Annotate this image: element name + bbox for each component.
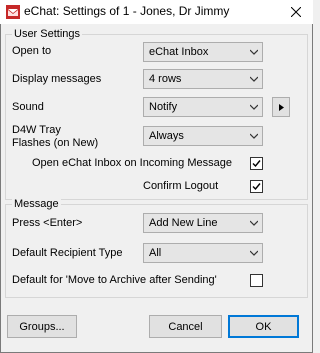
open-to-label: Open to (12, 45, 52, 57)
groups-button-label: Groups... (19, 320, 65, 333)
default-recipient-type-value: All (149, 247, 162, 259)
confirm-logout-checkbox[interactable] (250, 180, 263, 193)
chevron-down-icon (250, 49, 258, 55)
close-button[interactable] (279, 0, 313, 24)
play-icon (278, 103, 284, 111)
tray-flashes-label-line2: Flashes (on New) (12, 137, 99, 149)
press-enter-label: Press <Enter> (12, 217, 83, 229)
move-to-archive-label: Default for 'Move to Archive after Sendi… (12, 274, 217, 286)
close-icon (291, 7, 301, 17)
press-enter-select[interactable]: Add New Line (143, 213, 263, 233)
confirm-logout-label: Confirm Logout (143, 180, 219, 192)
press-enter-value: Add New Line (149, 217, 218, 229)
default-recipient-type-select[interactable]: All (143, 243, 263, 263)
play-sound-button[interactable] (272, 97, 290, 117)
echat-app-icon (6, 5, 20, 19)
sound-value: Notify (149, 101, 178, 113)
tray-flashes-select[interactable]: Always (143, 126, 263, 146)
cancel-button-label: Cancel (168, 320, 203, 333)
groups-button[interactable]: Groups... (7, 315, 77, 338)
chevron-down-icon (250, 220, 258, 226)
chevron-down-icon (250, 133, 258, 139)
ok-button-label: OK (255, 320, 272, 333)
display-messages-label: Display messages (12, 73, 102, 85)
display-messages-select[interactable]: 4 rows (143, 69, 263, 89)
open-to-select[interactable]: eChat Inbox (143, 42, 263, 62)
checkmark-icon (252, 160, 261, 168)
display-messages-value: 4 rows (149, 73, 182, 85)
open-to-value: eChat Inbox (149, 46, 209, 58)
default-recipient-type-label: Default Recipient Type (12, 247, 123, 259)
window-title: eChat: Settings of 1 - Jones, Dr Jimmy (24, 4, 230, 18)
chevron-down-icon (250, 250, 258, 256)
ok-button[interactable]: OK (228, 315, 299, 338)
open-inbox-on-incoming-checkbox[interactable] (250, 157, 263, 170)
checkmark-icon (252, 183, 261, 191)
sound-select[interactable]: Notify (143, 97, 263, 117)
message-group-label: Message (12, 198, 61, 210)
move-to-archive-checkbox[interactable] (250, 274, 263, 287)
open-inbox-on-incoming-label: Open eChat Inbox on Incoming Message (32, 157, 232, 169)
cancel-button[interactable]: Cancel (149, 315, 222, 338)
chevron-down-icon (250, 76, 258, 82)
tray-flashes-label-line1: D4W Tray (12, 124, 61, 136)
title-bar[interactable]: eChat: Settings of 1 - Jones, Dr Jimmy (0, 0, 313, 24)
user-settings-group-label: User Settings (12, 28, 83, 40)
chevron-down-icon (250, 104, 258, 110)
tray-flashes-value: Always (149, 130, 184, 142)
sound-label: Sound (12, 101, 44, 113)
